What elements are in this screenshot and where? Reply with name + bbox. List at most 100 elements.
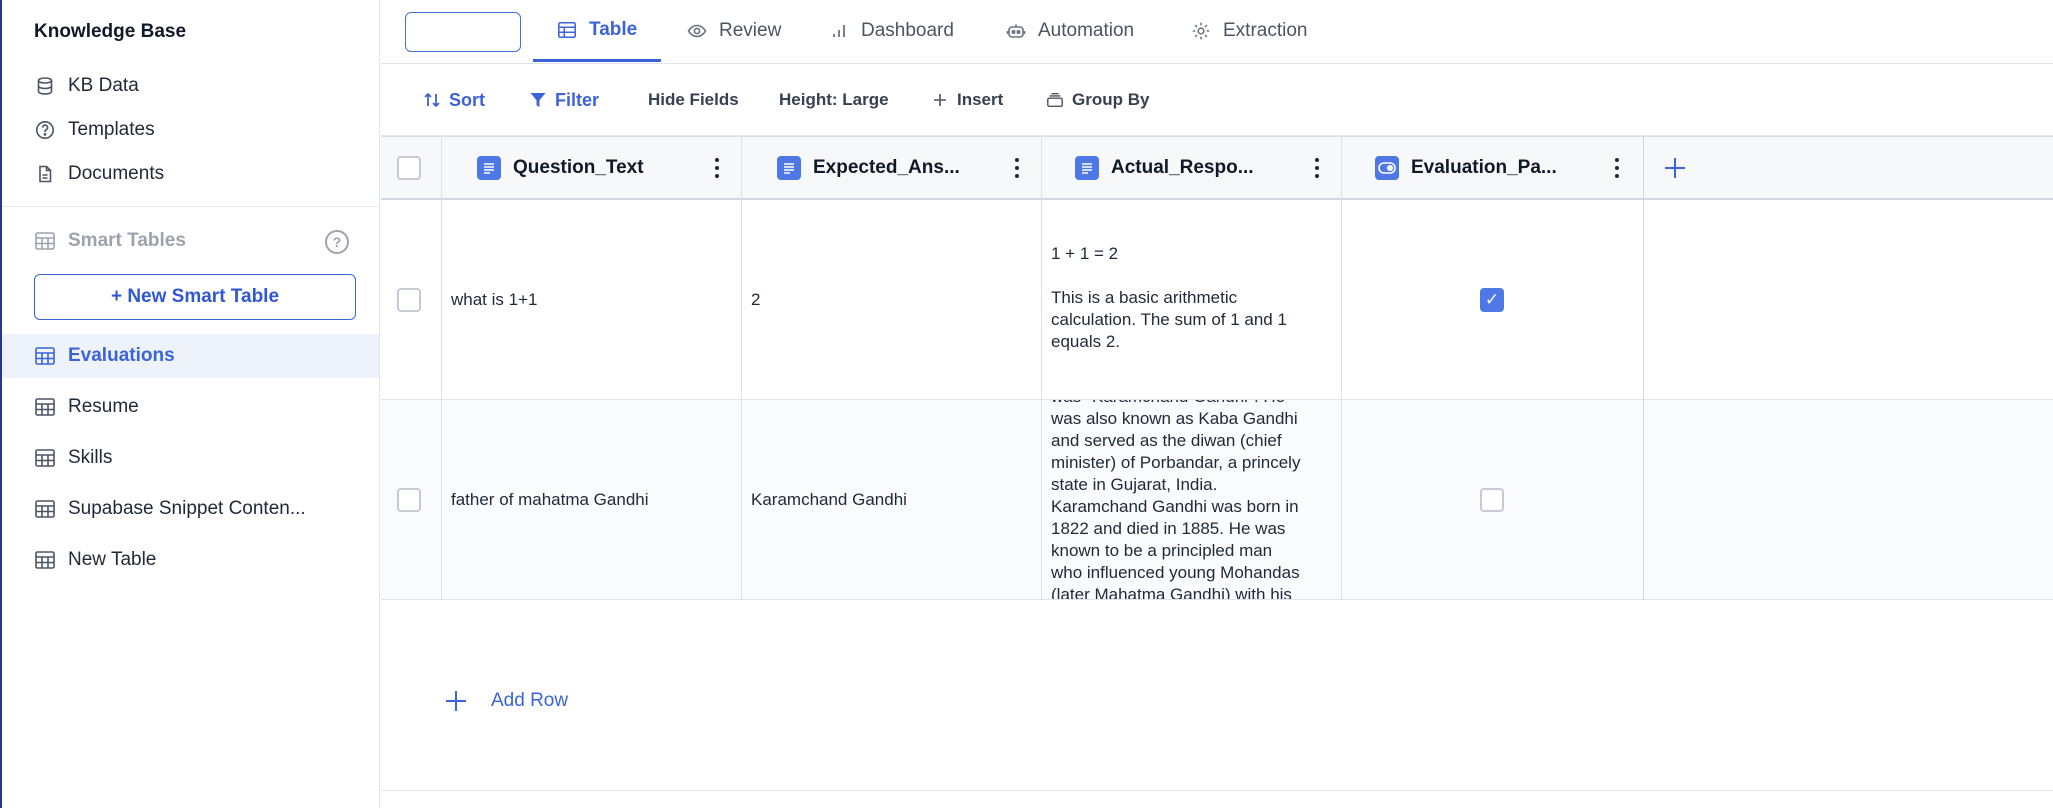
row-height-button[interactable]: Height: Large (779, 88, 889, 112)
view-tabs-bar: Table Review Dashboard Automation Extrac… (381, 0, 2053, 64)
column-divider (441, 200, 442, 400)
sidebar-item-kb-data[interactable]: KB Data (2, 64, 379, 108)
select-all-checkbox[interactable] (397, 156, 421, 180)
cell-actual-response[interactable]: was "Karamchand Gandhi". He was also kno… (1051, 400, 1335, 599)
row-checkbox-cell (397, 200, 441, 399)
add-column-icon[interactable] (1661, 154, 1689, 182)
app-window: Knowledge Base KB Data Templates Documen… (0, 0, 2053, 808)
bar-chart-icon (829, 21, 849, 41)
column-divider (1643, 200, 1644, 400)
cell-actual-response[interactable]: 1 + 1 = 2 This is a basic arithmetic cal… (1051, 200, 1331, 399)
footer-divider (381, 790, 2053, 791)
evaluation-passed-checkbox[interactable] (1480, 487, 1504, 512)
column-divider (1643, 136, 1644, 200)
column-divider (1341, 136, 1342, 200)
column-header-actual-response[interactable]: Actual_Respo... (1075, 137, 1254, 199)
column-header-expected-answer[interactable]: Expected_Ans... (777, 137, 960, 199)
column-header-question-text[interactable]: Question_Text (477, 137, 644, 199)
search-input[interactable] (405, 12, 521, 52)
cell-expected-answer[interactable]: 2 (751, 200, 1031, 399)
hide-fields-button[interactable]: Hide Fields (648, 88, 739, 112)
gear-icon (1191, 21, 1211, 41)
cell-question-text[interactable]: what is 1+1 (451, 200, 731, 399)
sidebar-item-templates[interactable]: Templates (2, 108, 379, 152)
table-icon (34, 447, 56, 469)
sidebar-item-label: Evaluations (68, 345, 175, 366)
toggle-field-icon (1375, 156, 1399, 180)
plus-icon (931, 91, 949, 109)
tab-automation[interactable]: Automation (1006, 0, 1134, 62)
table-row[interactable]: father of mahatma Gandhi Karamchand Gand… (381, 400, 2053, 600)
smart-tables-heading: Smart Tables (34, 230, 354, 252)
sidebar: Knowledge Base KB Data Templates Documen… (0, 0, 380, 808)
sidebar-item-label: Supabase Snippet Conten... (68, 498, 306, 519)
column-divider (1041, 200, 1042, 400)
tab-dashboard[interactable]: Dashboard (829, 0, 954, 62)
column-divider (1341, 200, 1342, 400)
sidebar-table-supabase-snippet[interactable]: Supabase Snippet Conten... (2, 487, 379, 531)
sidebar-item-documents[interactable]: Documents (2, 152, 379, 196)
cell-question-text[interactable]: father of mahatma Gandhi (451, 400, 731, 599)
column-divider (1341, 400, 1342, 600)
table-icon (557, 20, 577, 40)
group-by-button[interactable]: Group By (1046, 88, 1149, 112)
new-smart-table-button[interactable]: + New Smart Table (34, 274, 356, 320)
layers-icon (1046, 91, 1064, 109)
plus-icon (443, 688, 469, 714)
sidebar-table-resume[interactable]: Resume (2, 385, 379, 429)
filter-icon (529, 91, 547, 109)
table-icon (34, 345, 56, 367)
sidebar-table-skills[interactable]: Skills (2, 436, 379, 480)
table-row[interactable]: what is 1+1 2 1 + 1 = 2 This is a basic … (381, 200, 2053, 400)
column-divider (441, 136, 442, 200)
column-divider (741, 200, 742, 400)
column-menu-icon[interactable] (1314, 158, 1320, 178)
document-icon (34, 163, 56, 185)
sidebar-item-label: Resume (68, 396, 139, 417)
sidebar-item-label: New Table (68, 549, 157, 570)
cell-evaluation-passed: ✓ (1341, 200, 1643, 399)
row-checkbox-cell (397, 400, 441, 599)
sidebar-table-evaluations[interactable]: Evaluations (2, 334, 379, 378)
column-menu-icon[interactable] (1014, 158, 1020, 178)
row-checkbox[interactable] (397, 287, 421, 312)
sidebar-title: Knowledge Base (34, 21, 187, 42)
table-icon (34, 230, 56, 252)
tab-review[interactable]: Review (687, 0, 781, 62)
evaluation-passed-checkbox[interactable]: ✓ (1480, 287, 1504, 312)
sidebar-item-label: Documents (68, 163, 165, 184)
sort-button[interactable]: Sort (423, 88, 485, 112)
column-divider (441, 400, 442, 600)
sidebar-item-label: KB Data (68, 75, 139, 96)
question-circle-icon (34, 119, 56, 141)
text-field-icon (777, 156, 801, 180)
column-divider (741, 400, 742, 600)
add-row-button[interactable]: Add Row (443, 688, 568, 714)
tab-table[interactable]: Table (533, 0, 662, 62)
column-menu-icon[interactable] (714, 158, 720, 178)
row-checkbox[interactable] (397, 487, 421, 512)
column-divider (741, 136, 742, 200)
tab-extraction[interactable]: Extraction (1191, 0, 1307, 62)
text-field-icon (477, 156, 501, 180)
sidebar-table-new-table[interactable]: New Table (2, 538, 379, 582)
cell-evaluation-passed (1341, 400, 1643, 599)
select-all-checkbox-cell (397, 137, 421, 199)
filter-button[interactable]: Filter (529, 88, 599, 112)
help-icon[interactable]: ? (325, 230, 349, 254)
text-field-icon (1075, 156, 1099, 180)
table-icon (34, 396, 56, 418)
column-menu-icon[interactable] (1614, 158, 1620, 178)
column-divider (1041, 400, 1042, 600)
insert-button[interactable]: Insert (931, 88, 1003, 112)
table-toolbar: Sort Filter Hide Fields Height: Large In… (381, 64, 2053, 136)
table-icon (34, 498, 56, 520)
eye-icon (687, 21, 707, 41)
cell-expected-answer[interactable]: Karamchand Gandhi (751, 400, 1031, 599)
sidebar-item-label: Skills (68, 447, 113, 468)
column-header-evaluation-passed[interactable]: Evaluation_Pa... (1375, 137, 1557, 199)
sidebar-item-label: Templates (68, 119, 155, 140)
database-icon (34, 75, 56, 97)
column-divider (1643, 400, 1644, 600)
table-icon (34, 549, 56, 571)
